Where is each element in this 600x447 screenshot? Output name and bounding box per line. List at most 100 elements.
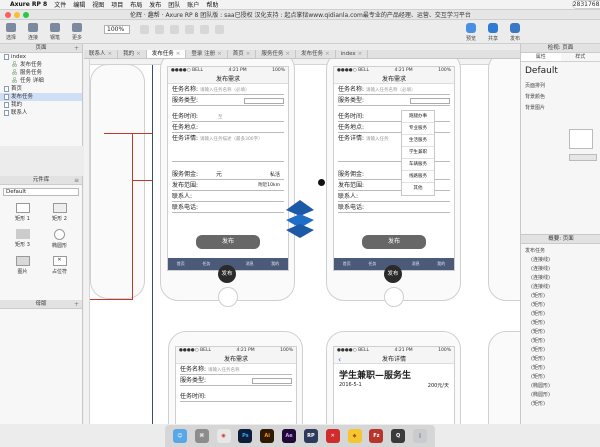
quicktime-icon[interactable]: Q: [391, 429, 406, 443]
publish-submit-button[interactable]: 发布: [196, 235, 260, 249]
field-task-name[interactable]: 任务名称: 请输入任务名称（必填）: [338, 85, 450, 95]
outline-item[interactable]: (连接线): [521, 273, 600, 282]
phone-task-detail[interactable]: ●●●●○ BELL 4:21 PM 100% ‹ 发布详情 学生兼职—服务生 201…: [326, 331, 461, 424]
close-tab-icon[interactable]: ×: [358, 51, 363, 57]
service-type-select[interactable]: [410, 98, 450, 104]
menu-project[interactable]: 项目: [111, 0, 123, 9]
tab-style[interactable]: 样式: [561, 53, 600, 61]
close-tab-icon[interactable]: ×: [246, 51, 251, 57]
menu-edit[interactable]: 编辑: [73, 0, 85, 9]
publish-submit-button[interactable]: 发布: [362, 235, 426, 249]
outline-item[interactable]: (矩形): [521, 300, 600, 309]
field-service-type[interactable]: 服务类型:: [338, 96, 450, 106]
tab-properties[interactable]: 属性: [521, 53, 561, 61]
outline-item[interactable]: (矩形): [521, 363, 600, 372]
page-item-publish-task-selected[interactable]: 发布任务: [0, 93, 82, 101]
widget-placeholder[interactable]: ✕ 占位符: [41, 256, 78, 275]
outline-item[interactable]: (矩形): [521, 309, 600, 318]
outline-item[interactable]: (连接线): [521, 282, 600, 291]
field-contact[interactable]: 联系人:: [172, 192, 284, 202]
fab-publish-button[interactable]: 发布: [218, 265, 236, 283]
menu-publish[interactable]: 发布: [149, 0, 161, 9]
close-tab-icon[interactable]: ×: [176, 51, 181, 57]
service-type-select[interactable]: [244, 98, 284, 104]
chrome-icon[interactable]: ◉: [216, 429, 231, 443]
dropdown-option[interactable]: 跑腿办事: [402, 111, 434, 123]
partial-phone-right[interactable]: [488, 59, 520, 301]
outline-item[interactable]: (矩形): [521, 354, 600, 363]
front-icon[interactable]: [170, 25, 179, 34]
align-icon[interactable]: [140, 25, 149, 34]
publish-button[interactable]: 发布: [510, 23, 520, 42]
tab-service-task[interactable]: 服务任务 ×: [256, 50, 296, 58]
zoom-select[interactable]: 100%: [104, 25, 130, 34]
library-select[interactable]: Default: [3, 188, 79, 196]
page-item-mine[interactable]: 我的: [0, 101, 82, 109]
dropdown-option[interactable]: 车辆服务: [402, 159, 434, 171]
connect-tool-button[interactable]: 连接: [28, 23, 38, 41]
menu-team[interactable]: 团队: [168, 0, 180, 9]
bg-align-control[interactable]: [569, 154, 597, 161]
selection-handle[interactable]: [318, 179, 325, 186]
ungroup-icon[interactable]: [215, 25, 224, 34]
outline-item[interactable]: (矩形): [521, 318, 600, 327]
after-effects-icon[interactable]: Ae: [282, 429, 297, 443]
phone-publish-form[interactable]: ●●●●○ BELL 4:21 PM 100% 发布需求 任务名称: 请输入任务名称（…: [160, 59, 295, 307]
outline-item[interactable]: (连接线): [521, 264, 600, 273]
filezilla-icon[interactable]: Fz: [369, 429, 384, 443]
field-phone[interactable]: 联系电话:: [172, 203, 284, 213]
tab-index[interactable]: index ×: [336, 50, 369, 58]
page-item-contacts[interactable]: 联系人: [0, 109, 82, 117]
back-chevron-icon[interactable]: ‹: [338, 355, 341, 364]
xmind-icon[interactable]: ✕: [325, 429, 340, 443]
close-tab-icon[interactable]: ×: [108, 51, 113, 57]
field-task-time[interactable]: 任务时间:: [180, 392, 292, 402]
minimize-window-button[interactable]: [14, 11, 20, 18]
field-task-detail[interactable]: 任务详情: 请输入任务描述（最多300字）: [172, 134, 284, 162]
group-icon[interactable]: [200, 25, 209, 34]
tab-login[interactable]: 登录 注册 ×: [186, 50, 228, 58]
field-service-type[interactable]: 服务类型:: [180, 376, 292, 386]
service-type-select[interactable]: [252, 378, 292, 384]
page-item-task-detail[interactable]: 品任务 详细: [0, 77, 82, 85]
phone-publish-form-dropdown[interactable]: ●●●●○ BELL 4:21 PM 100% 发布需求 任务名称: 请输入任务名称（…: [326, 59, 461, 307]
close-tab-icon[interactable]: ×: [217, 51, 222, 57]
widget-rect-2[interactable]: 矩形 2: [41, 203, 78, 222]
menu-app[interactable]: Axure RP 8: [10, 1, 47, 8]
field-task-time[interactable]: 任务时间: 至: [172, 112, 284, 122]
field-task-location[interactable]: 任务地点:: [172, 123, 284, 133]
finder-icon[interactable]: ☺: [172, 429, 187, 443]
menu-help[interactable]: 帮助: [206, 0, 218, 9]
outline-item[interactable]: (连接线): [521, 255, 600, 264]
menu-file[interactable]: 文件: [54, 0, 66, 9]
page-item-index[interactable]: index: [0, 53, 82, 61]
bg-image-well[interactable]: [569, 129, 593, 149]
dropdown-option[interactable]: 线路服务: [402, 171, 434, 183]
add-master-icon[interactable]: +: [74, 300, 79, 309]
dropdown-option[interactable]: 其他: [402, 183, 434, 195]
field-task-name[interactable]: 任务名称: 请输入任务名称（必填）: [172, 85, 284, 95]
menu-account[interactable]: 账户: [187, 0, 199, 9]
dropdown-option[interactable]: 专业服务: [402, 123, 434, 135]
close-window-button[interactable]: [5, 11, 11, 18]
tab-publish-task-2[interactable]: 发布任务 ×: [296, 50, 336, 58]
field-service-type[interactable]: 服务类型:: [172, 96, 284, 106]
photoshop-icon[interactable]: Ps: [238, 429, 253, 443]
outline-item[interactable]: (椭圆形): [521, 390, 600, 399]
menu-layout[interactable]: 布局: [130, 0, 142, 9]
launchpad-icon[interactable]: ⌘: [194, 429, 209, 443]
outline-item[interactable]: (椭圆形): [521, 381, 600, 390]
tab-contacts[interactable]: 联系人 ×: [84, 50, 119, 58]
outline-item[interactable]: (矩形): [521, 327, 600, 336]
library-menu-icon[interactable]: ≡: [74, 176, 79, 185]
add-page-icon[interactable]: +: [74, 44, 79, 53]
close-tab-icon[interactable]: ×: [136, 51, 141, 57]
back-icon[interactable]: [185, 25, 194, 34]
trash-icon[interactable]: ▯: [413, 429, 428, 443]
field-range[interactable]: 发布范围: 附近10km: [172, 181, 284, 191]
axure-icon[interactable]: RP: [303, 429, 318, 443]
outline-item[interactable]: (矩形): [521, 345, 600, 354]
page-item-service-task[interactable]: 品服务任务: [0, 69, 82, 77]
sketch-icon[interactable]: ◆: [347, 429, 362, 443]
page-item-publish-task[interactable]: 品发布任务: [0, 61, 82, 69]
